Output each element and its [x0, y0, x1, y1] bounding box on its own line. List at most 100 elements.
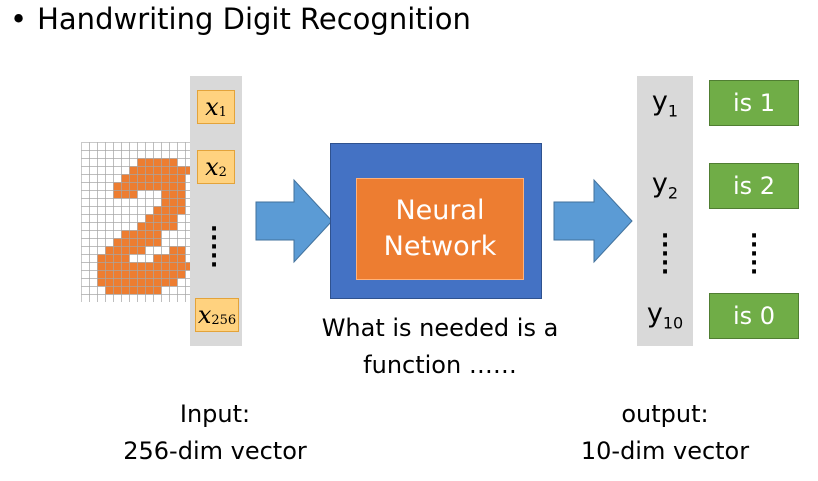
digit-pixel-empty — [89, 294, 98, 302]
digit-pixel-empty — [145, 190, 154, 199]
digit-pixel-filled — [153, 262, 162, 271]
digit-pixel-filled — [177, 270, 186, 279]
digit-pixel-filled — [97, 254, 106, 263]
digit-pixel-filled — [137, 222, 146, 231]
digit-pixel-empty — [89, 166, 98, 175]
digit-pixel-empty — [97, 150, 106, 159]
input-caption: Input: 256-dim vector — [123, 400, 307, 465]
digit-pixel-empty — [97, 286, 106, 295]
digit-pixel-empty — [145, 142, 154, 151]
digit-pixel-filled — [153, 238, 162, 247]
digit-pixel-filled — [129, 262, 138, 271]
digit-pixel-empty — [137, 142, 146, 151]
digit-pixel-filled — [121, 190, 130, 199]
digit-pixel-filled — [137, 158, 146, 167]
digit-pixel-empty — [81, 278, 90, 287]
digit-pixel-empty — [129, 150, 138, 159]
digit-pixel-empty — [113, 174, 122, 183]
digit-pixel-filled — [153, 182, 162, 191]
digit-pixel-empty — [105, 214, 114, 223]
digit-pixel-filled — [161, 278, 170, 287]
digit-pixel-empty — [113, 150, 122, 159]
digit-pixel-empty — [89, 230, 98, 239]
digit-pixel-filled — [145, 230, 154, 239]
digit-pixel-empty — [121, 214, 130, 223]
digit-pixel-empty — [153, 198, 162, 207]
digit-pixel-empty — [105, 166, 114, 175]
digit-pixel-empty — [121, 142, 130, 151]
digit-pixel-empty — [81, 230, 90, 239]
digit-pixel-empty — [121, 294, 130, 302]
digit-pixel-filled — [137, 230, 146, 239]
digit-pixel-filled — [153, 222, 162, 231]
digit-pixel-filled — [113, 182, 122, 191]
digit-pixel-empty — [129, 158, 138, 167]
digit-pixel-filled — [97, 270, 106, 279]
digit-pixel-empty — [113, 166, 122, 175]
digit-pixel-empty — [177, 150, 186, 159]
input-x1: x1 — [197, 90, 235, 124]
digit-pixel-empty — [89, 174, 98, 183]
digit-pixel-filled — [121, 174, 130, 183]
digit-pixel-empty — [89, 142, 98, 151]
digit-pixel-empty — [129, 214, 138, 223]
digit-pixel-filled — [169, 198, 178, 207]
digit-pixel-filled — [145, 222, 154, 231]
digit-pixel-filled — [161, 190, 170, 199]
digit-pixel-empty — [161, 246, 170, 255]
digit-pixel-filled — [105, 278, 114, 287]
digit-pixel-empty — [89, 246, 98, 255]
digit-pixel-empty — [177, 238, 186, 247]
input-ellipsis: · · · · · — [209, 217, 219, 278]
digit-pixel-empty — [97, 222, 106, 231]
digit-pixel-filled — [169, 190, 178, 199]
digit-pixel-filled — [145, 278, 154, 287]
digit-pixel-filled — [161, 270, 170, 279]
digit-pixel-filled — [169, 270, 178, 279]
digit-pixel-empty — [81, 246, 90, 255]
digit-pixel-empty — [121, 198, 130, 207]
digit-pixel-filled — [113, 254, 122, 263]
digit-pixel-empty — [105, 238, 114, 247]
digit-pixel-filled — [161, 254, 170, 263]
digit-pixel-empty — [161, 230, 170, 239]
digit-pixel-empty — [105, 142, 114, 151]
digit-pixel-filled — [105, 246, 114, 255]
digit-pixel-filled — [129, 190, 138, 199]
digit-pixel-filled — [145, 286, 154, 295]
digit-pixel-filled — [97, 262, 106, 271]
digit-pixel-empty — [161, 142, 170, 151]
digit-pixel-filled — [121, 238, 130, 247]
digit-pixel-filled — [145, 214, 154, 223]
digit-pixel-empty — [113, 222, 122, 231]
digit-pixel-empty — [137, 294, 146, 302]
digit-pixel-empty — [89, 214, 98, 223]
digit-pixel-filled — [153, 166, 162, 175]
digit-pixel-empty — [105, 190, 114, 199]
digit-pixel-empty — [129, 254, 138, 263]
digit-pixel-empty — [89, 222, 98, 231]
digit-pixel-empty — [105, 182, 114, 191]
digit-pixel-filled — [169, 206, 178, 215]
digit-pixel-filled — [169, 158, 178, 167]
digit-pixel-empty — [89, 206, 98, 215]
digit-pixel-empty — [81, 150, 90, 159]
digit-pixel-filled — [145, 262, 154, 271]
digit-pixel-filled — [137, 238, 146, 247]
digit-pixel-empty — [177, 286, 186, 295]
digit-pixel-empty — [89, 254, 98, 263]
digit-pixel-empty — [81, 182, 90, 191]
digit-pixel-empty — [153, 142, 162, 151]
bullet-icon: • — [10, 2, 28, 36]
digit-pixel-filled — [169, 182, 178, 191]
digit-pixel-empty — [97, 158, 106, 167]
digit-pixel-filled — [161, 166, 170, 175]
digit-pixel-empty — [105, 206, 114, 215]
digit-pixel-empty — [137, 150, 146, 159]
digit-pixel-empty — [113, 142, 122, 151]
digit-pixel-empty — [113, 294, 122, 302]
digit-pixel-filled — [161, 158, 170, 167]
output-label-is-2: is 2 — [709, 163, 799, 209]
digit-pixel-filled — [161, 174, 170, 183]
digit-pixel-empty — [129, 142, 138, 151]
